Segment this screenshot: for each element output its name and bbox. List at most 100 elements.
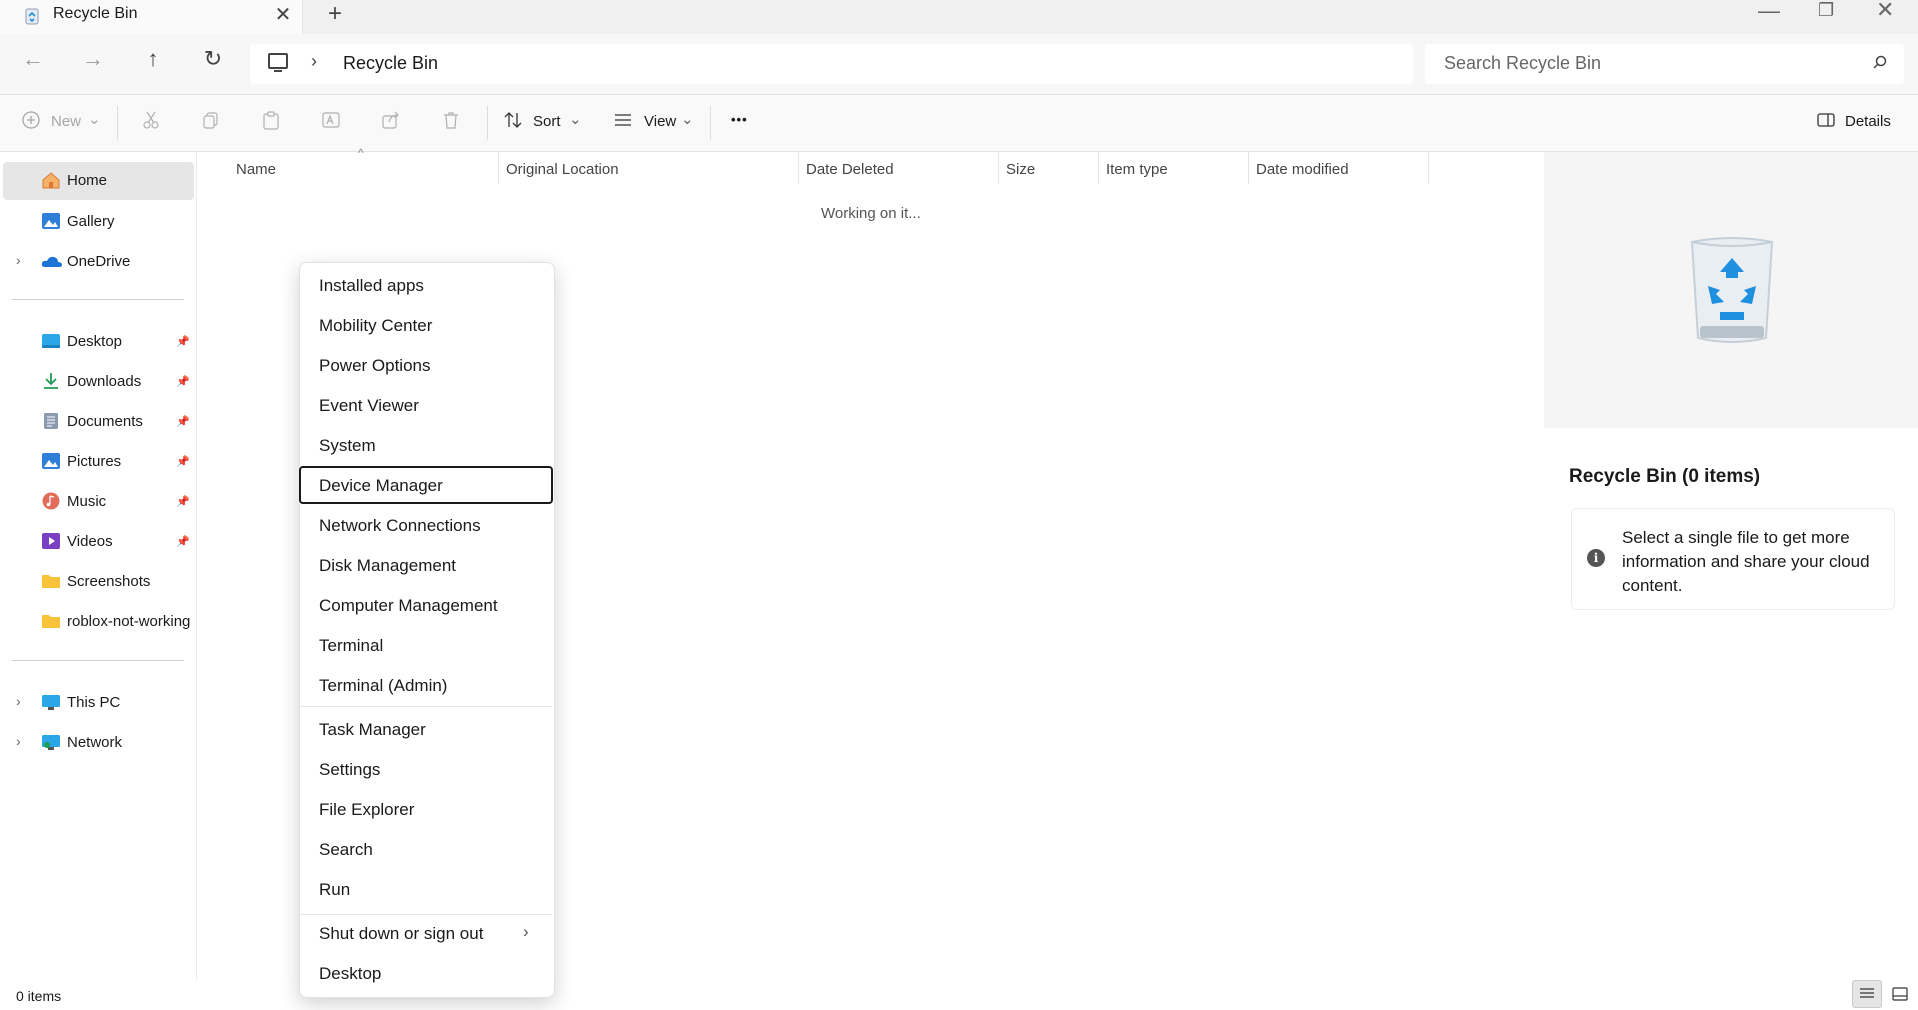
- search-icon: [1873, 55, 1887, 69]
- sidebar-item-screenshots[interactable]: Screenshots: [67, 573, 150, 590]
- list-view-icon: [1860, 988, 1874, 998]
- sidebar-item-onedrive[interactable]: OneDrive: [67, 253, 130, 270]
- copy-icon[interactable]: [201, 110, 221, 130]
- pin-icon: 📌: [176, 536, 190, 548]
- details-pane-icon: [1817, 113, 1835, 127]
- details-title: Recycle Bin (0 items): [1569, 466, 1761, 487]
- menu-item-power-options[interactable]: Power Options: [319, 356, 431, 376]
- column-divider[interactable]: [1098, 152, 1099, 184]
- divider: [12, 660, 184, 661]
- expand-chevron-icon[interactable]: ›: [16, 252, 21, 268]
- menu-item-terminal[interactable]: Terminal: [319, 636, 383, 656]
- this-pc-icon: [268, 53, 288, 69]
- menu-item-installed-apps[interactable]: Installed apps: [319, 276, 424, 296]
- breadcrumb[interactable]: Recycle Bin: [343, 53, 438, 74]
- divider: [710, 106, 711, 140]
- documents-icon: [44, 413, 58, 429]
- menu-item-search[interactable]: Search: [319, 840, 373, 860]
- minimize-button[interactable]: —: [1758, 0, 1780, 24]
- info-text: Select a single file to get more informa…: [1622, 528, 1870, 595]
- menu-item-disk-management[interactable]: Disk Management: [319, 556, 456, 576]
- menu-item-mobility-center[interactable]: Mobility Center: [319, 316, 432, 336]
- back-button[interactable]: ←: [19, 46, 47, 72]
- column-divider[interactable]: [1428, 152, 1429, 184]
- desktop-icon: [42, 334, 60, 348]
- menu-item-shut-down-or-sign-out[interactable]: Shut down or sign out: [319, 924, 483, 944]
- menu-item-system[interactable]: System: [319, 436, 376, 456]
- column-header-date-deleted[interactable]: Date Deleted: [806, 161, 894, 178]
- cut-icon[interactable]: [141, 110, 161, 130]
- expand-chevron-icon[interactable]: ›: [16, 693, 21, 709]
- menu-item-file-explorer[interactable]: File Explorer: [319, 800, 414, 820]
- rename-icon[interactable]: [321, 110, 341, 130]
- tab-recycle-bin[interactable]: Recycle Bin ✕: [0, 0, 303, 34]
- column-header-size[interactable]: Size: [1006, 161, 1035, 178]
- recycle-bin-icon: [25, 8, 39, 25]
- sidebar-item-downloads[interactable]: Downloads: [67, 373, 141, 390]
- sidebar-item-videos[interactable]: Videos: [67, 533, 113, 550]
- sidebar-item-gallery[interactable]: Gallery: [67, 213, 115, 230]
- status-item-count: 0 items: [16, 988, 62, 1004]
- sidebar-item-network[interactable]: Network: [67, 734, 122, 751]
- network-icon: [42, 735, 60, 750]
- menu-item-terminal-admin[interactable]: Terminal (Admin): [319, 676, 447, 696]
- menu-item-computer-management[interactable]: Computer Management: [319, 596, 498, 616]
- sidebar-item-music[interactable]: Music: [67, 493, 106, 510]
- this-pc-icon-stand: [274, 70, 282, 72]
- delete-icon[interactable]: [441, 110, 461, 130]
- details-button[interactable]: Details: [1845, 113, 1891, 130]
- paste-icon[interactable]: [261, 110, 281, 130]
- divider: [12, 299, 184, 300]
- expand-chevron-icon[interactable]: ›: [16, 733, 21, 749]
- sort-button[interactable]: Sort: [533, 113, 561, 130]
- sidebar-item-this-pc[interactable]: This PC: [67, 694, 120, 711]
- close-tab-icon[interactable]: ✕: [272, 2, 294, 27]
- onedrive-icon: [41, 256, 62, 267]
- sidebar-item-label: Home: [67, 172, 108, 189]
- tiles-view-icon[interactable]: [1892, 987, 1908, 1001]
- menu-item-device-manager[interactable]: Device Manager: [319, 476, 443, 496]
- menu-item-settings[interactable]: Settings: [319, 760, 380, 780]
- search-placeholder: Search Recycle Bin: [1444, 53, 1602, 73]
- tab-title: Recycle Bin: [53, 5, 138, 22]
- sidebar-item-roblox-not-working[interactable]: roblox-not-working: [67, 613, 190, 630]
- column-divider[interactable]: [498, 152, 499, 184]
- column-divider[interactable]: [1248, 152, 1249, 184]
- sidebar-item-documents[interactable]: Documents: [67, 413, 143, 430]
- more-options-button[interactable]: •••: [731, 112, 748, 127]
- info-icon: i: [1587, 549, 1605, 567]
- breadcrumb-chevron-icon[interactable]: ›: [311, 51, 317, 72]
- music-icon: [42, 492, 60, 510]
- menu-item-desktop[interactable]: Desktop: [319, 964, 381, 984]
- sidebar-item-pictures[interactable]: Pictures: [67, 453, 121, 470]
- pictures-icon: [42, 453, 60, 469]
- column-header-date-modified[interactable]: Date modified: [1256, 161, 1349, 178]
- column-divider[interactable]: [998, 152, 999, 184]
- column-header-item-type[interactable]: Item type: [1106, 161, 1168, 178]
- menu-item-network-connections[interactable]: Network Connections: [319, 516, 481, 536]
- pin-icon: 📌: [176, 416, 190, 428]
- column-divider[interactable]: [798, 152, 799, 184]
- sort-indicator-icon: ^: [358, 146, 364, 160]
- details-view-button[interactable]: [1852, 980, 1882, 1008]
- new-tab-button[interactable]: +: [328, 0, 342, 28]
- recycle-bin-icon: [1690, 237, 1774, 343]
- forward-button[interactable]: →: [79, 46, 107, 72]
- close-window-button[interactable]: ✕: [1876, 0, 1894, 23]
- share-icon[interactable]: [381, 110, 401, 130]
- new-button[interactable]: New: [51, 113, 81, 130]
- maximize-button[interactable]: ❐: [1818, 0, 1834, 21]
- sort-dropdown-icon: ⌄: [569, 111, 582, 128]
- column-header-name[interactable]: Name: [236, 161, 276, 178]
- videos-icon: [42, 533, 60, 549]
- up-button[interactable]: ↑: [139, 46, 167, 72]
- menu-item-event-viewer[interactable]: Event Viewer: [319, 396, 419, 416]
- submenu-arrow-icon: ›: [523, 922, 529, 941]
- menu-item-run[interactable]: Run: [319, 880, 350, 900]
- menu-item-task-manager[interactable]: Task Manager: [319, 720, 426, 740]
- new-icon: [22, 111, 40, 129]
- view-button[interactable]: View: [644, 113, 676, 130]
- sidebar-item-desktop[interactable]: Desktop: [67, 333, 122, 350]
- refresh-button[interactable]: ↻: [199, 46, 227, 72]
- column-header-original-location[interactable]: Original Location: [506, 161, 619, 178]
